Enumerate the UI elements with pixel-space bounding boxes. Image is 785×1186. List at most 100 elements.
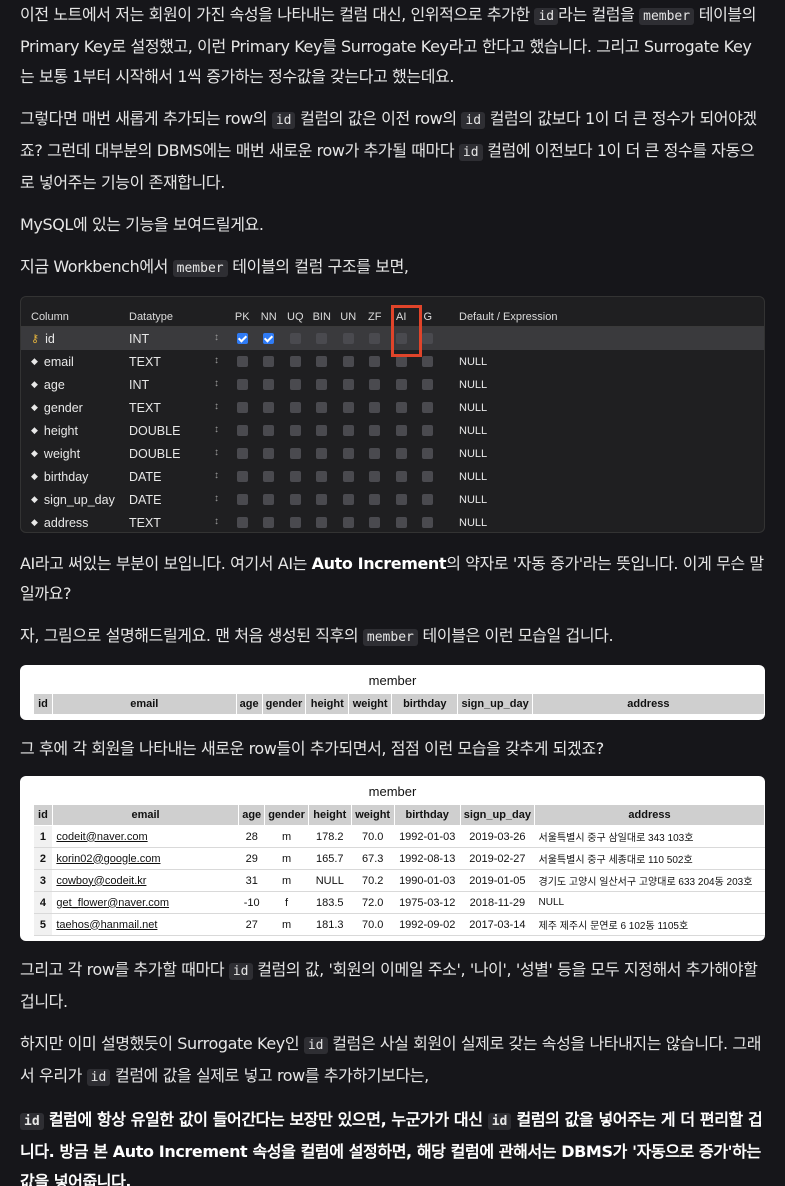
column-name-cell[interactable]: ◆ age <box>21 378 119 392</box>
g-checkbox[interactable] <box>422 448 434 459</box>
workbench-column-row[interactable]: ◆ height DOUBLE ↕ NULL <box>21 419 764 442</box>
g-checkbox[interactable] <box>422 402 434 413</box>
default-expression-cell[interactable]: NULL <box>441 471 487 483</box>
datatype-cell[interactable]: DOUBLE ↕ <box>119 424 229 438</box>
default-expression-cell[interactable]: NULL <box>441 402 487 414</box>
nn-checkbox[interactable] <box>263 356 275 367</box>
email-link[interactable]: cowboy@codeit.kr <box>56 875 146 887</box>
un-checkbox[interactable] <box>342 425 354 436</box>
email-link[interactable]: codeit@naver.com <box>56 831 147 843</box>
column-name-cell[interactable]: ◆ email <box>21 355 119 369</box>
un-checkbox[interactable] <box>342 448 354 459</box>
bin-checkbox[interactable] <box>316 494 328 505</box>
datatype-cell[interactable]: TEXT ↕ <box>119 401 229 415</box>
workbench-column-row[interactable]: ◆ age INT ↕ NULL <box>21 373 764 396</box>
nn-header[interactable]: NN <box>256 311 283 323</box>
zf-checkbox[interactable] <box>369 494 381 505</box>
column-name-cell[interactable]: ⚷ id <box>21 332 119 346</box>
pk-checkbox[interactable] <box>236 517 248 528</box>
default-expression-cell[interactable]: NULL <box>441 517 487 529</box>
g-checkbox[interactable] <box>422 356 434 367</box>
nn-checkbox[interactable] <box>263 333 275 344</box>
column-name-cell[interactable]: ◆ address <box>21 516 119 530</box>
updown-chevron-icon[interactable]: ↕ <box>214 493 219 507</box>
g-checkbox[interactable] <box>422 517 434 528</box>
workbench-column-row[interactable]: ◆ birthday DATE ↕ NULL <box>21 465 764 488</box>
zf-checkbox[interactable] <box>369 448 381 459</box>
pk-header[interactable]: PK <box>229 311 256 323</box>
nn-checkbox[interactable] <box>263 402 275 413</box>
un-checkbox[interactable] <box>342 402 354 413</box>
zf-checkbox[interactable] <box>369 356 381 367</box>
datatype-cell[interactable]: TEXT ↕ <box>119 516 229 530</box>
datatype-cell[interactable]: INT ↕ <box>119 332 229 346</box>
workbench-column-row[interactable]: ◆ sign_up_day DATE ↕ NULL <box>21 488 764 511</box>
default-expression-cell[interactable]: NULL <box>441 425 487 437</box>
zf-checkbox[interactable] <box>369 379 381 390</box>
uq-checkbox[interactable] <box>289 356 301 367</box>
default-expression-cell[interactable]: NULL <box>441 494 487 506</box>
g-checkbox[interactable] <box>422 333 434 344</box>
zf-checkbox[interactable] <box>369 333 381 344</box>
uq-checkbox[interactable] <box>289 425 301 436</box>
uq-checkbox[interactable] <box>289 494 301 505</box>
pk-checkbox[interactable] <box>236 494 248 505</box>
updown-chevron-icon[interactable]: ↕ <box>214 401 219 415</box>
workbench-column-row[interactable]: ◆ weight DOUBLE ↕ NULL <box>21 442 764 465</box>
nn-checkbox[interactable] <box>263 471 275 482</box>
uq-checkbox[interactable] <box>289 517 301 528</box>
nn-checkbox[interactable] <box>263 425 275 436</box>
pk-checkbox[interactable] <box>236 402 248 413</box>
ai-checkbox[interactable] <box>395 425 407 436</box>
g-checkbox[interactable] <box>422 494 434 505</box>
ai-checkbox[interactable] <box>395 494 407 505</box>
bin-checkbox[interactable] <box>316 402 328 413</box>
uq-checkbox[interactable] <box>289 448 301 459</box>
ai-checkbox[interactable] <box>395 379 407 390</box>
bin-checkbox[interactable] <box>316 471 328 482</box>
workbench-column-row[interactable]: ◆ address TEXT ↕ NULL <box>21 511 764 534</box>
column-name-cell[interactable]: ◆ sign_up_day <box>21 493 119 507</box>
nn-checkbox[interactable] <box>263 379 275 390</box>
zf-checkbox[interactable] <box>369 425 381 436</box>
g-checkbox[interactable] <box>422 471 434 482</box>
updown-chevron-icon[interactable]: ↕ <box>214 378 219 392</box>
g-checkbox[interactable] <box>422 379 434 390</box>
datatype-header[interactable]: Datatype <box>119 311 229 323</box>
un-checkbox[interactable] <box>342 356 354 367</box>
updown-chevron-icon[interactable]: ↕ <box>214 447 219 461</box>
email-link[interactable]: get_flower@naver.com <box>56 897 169 909</box>
bin-checkbox[interactable] <box>316 379 328 390</box>
ai-checkbox[interactable] <box>395 471 407 482</box>
pk-checkbox[interactable] <box>236 333 248 344</box>
email-link[interactable]: korin02@google.com <box>56 853 160 865</box>
pk-checkbox[interactable] <box>236 356 248 367</box>
bin-checkbox[interactable] <box>316 425 328 436</box>
default-expression-cell[interactable]: NULL <box>441 379 487 391</box>
zf-header[interactable]: ZF <box>362 311 389 323</box>
datatype-cell[interactable]: INT ↕ <box>119 378 229 392</box>
updown-chevron-icon[interactable]: ↕ <box>214 470 219 484</box>
uq-checkbox[interactable] <box>289 333 301 344</box>
pk-checkbox[interactable] <box>236 379 248 390</box>
default-expression-cell[interactable]: NULL <box>441 356 487 368</box>
zf-checkbox[interactable] <box>369 471 381 482</box>
zf-checkbox[interactable] <box>369 402 381 413</box>
ai-checkbox[interactable] <box>395 517 407 528</box>
updown-chevron-icon[interactable]: ↕ <box>214 516 219 530</box>
pk-checkbox[interactable] <box>236 471 248 482</box>
workbench-column-row[interactable]: ◆ gender TEXT ↕ NULL <box>21 396 764 419</box>
default-expression-header[interactable]: Default / Expression <box>441 311 557 323</box>
uq-checkbox[interactable] <box>289 402 301 413</box>
un-checkbox[interactable] <box>342 333 354 344</box>
nn-checkbox[interactable] <box>263 448 275 459</box>
uq-checkbox[interactable] <box>289 471 301 482</box>
pk-checkbox[interactable] <box>236 425 248 436</box>
column-name-cell[interactable]: ◆ weight <box>21 447 119 461</box>
un-checkbox[interactable] <box>342 471 354 482</box>
un-header[interactable]: UN <box>335 311 362 323</box>
column-name-cell[interactable]: ◆ height <box>21 424 119 438</box>
zf-checkbox[interactable] <box>369 517 381 528</box>
datatype-cell[interactable]: DATE ↕ <box>119 493 229 507</box>
un-checkbox[interactable] <box>342 379 354 390</box>
